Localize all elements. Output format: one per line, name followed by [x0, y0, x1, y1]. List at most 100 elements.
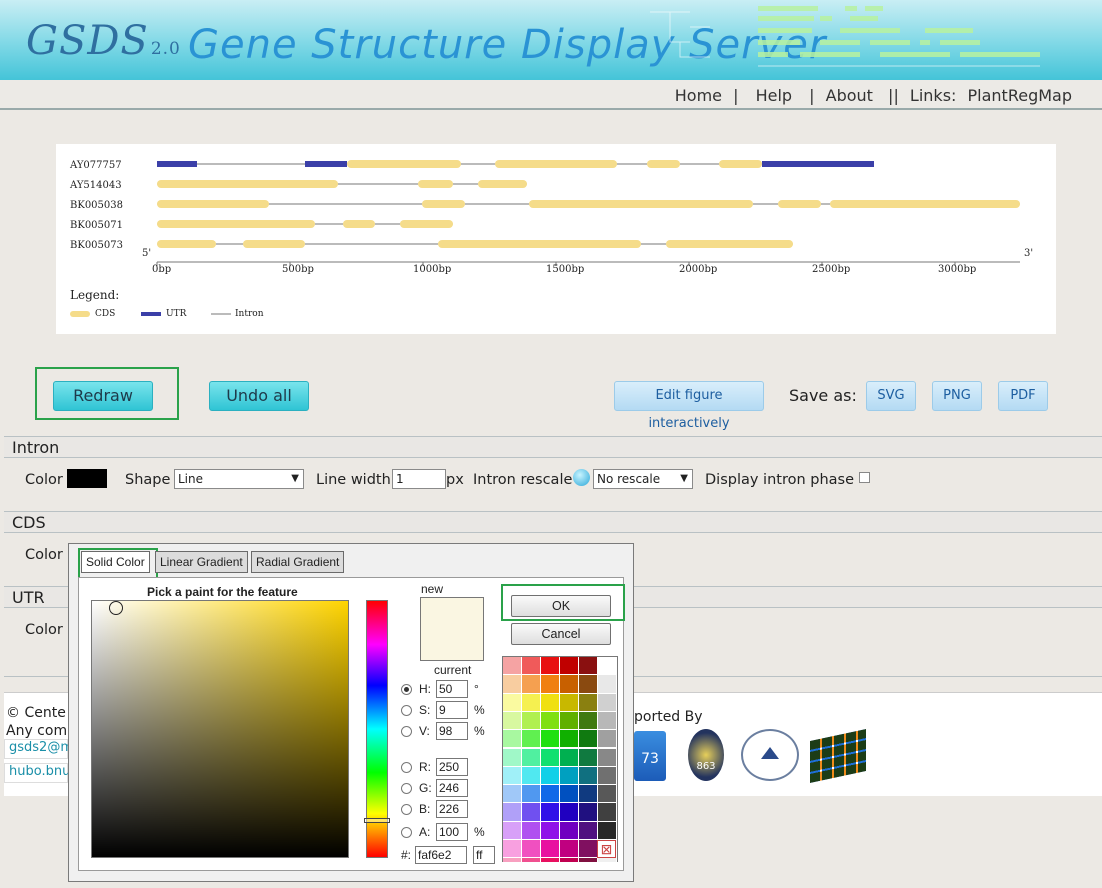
cds-segment — [529, 200, 753, 208]
saturation-radio[interactable] — [401, 705, 412, 716]
intron-shape-label: Shape — [125, 472, 171, 488]
value-input[interactable]: 98 — [436, 722, 468, 740]
axis-tick-label: 0bp — [152, 264, 172, 275]
intron-rescale-label: Intron rescale — [473, 472, 573, 488]
color-swatch-palette[interactable] — [502, 656, 618, 863]
cds-segment — [495, 160, 617, 168]
green-radio[interactable] — [401, 783, 412, 794]
edit-interactively-button[interactable]: Edit figure interactively — [614, 381, 764, 431]
highlight-box — [78, 548, 158, 579]
cds-section-header[interactable]: CDS — [4, 511, 1102, 533]
site-logo[interactable]: GSDS 2.0 — [26, 18, 181, 64]
utr-segment — [762, 161, 874, 167]
save-pdf-button[interactable]: PDF — [998, 381, 1048, 411]
tab-linear-gradient[interactable]: Linear Gradient — [155, 551, 248, 573]
axis-tick-label: 2000bp — [679, 264, 718, 275]
hue-slider-handle[interactable] — [364, 818, 390, 823]
saturation-input[interactable]: 9 — [436, 701, 468, 719]
email-link[interactable]: gsds2@m — [4, 739, 73, 759]
cds-segment — [157, 200, 269, 208]
cds-segment — [347, 160, 461, 168]
cds-segment — [343, 220, 375, 228]
nav-links-label: Links: — [909, 86, 957, 105]
intron-rescale-select[interactable]: No rescale ▼ — [593, 469, 693, 489]
legend-utr-label: UTR — [166, 309, 187, 319]
no-color-swatch-icon[interactable]: ⊠ — [597, 840, 616, 858]
color-picker-panel: Pick a paint for the feature new current… — [78, 577, 624, 871]
axis-tick-label: 500bp — [282, 264, 314, 275]
highlight-box — [501, 584, 625, 621]
cds-segment — [830, 200, 1020, 208]
saturation-value-square[interactable] — [91, 600, 349, 858]
undo-all-button[interactable]: Undo all — [209, 381, 309, 411]
nav-about-link[interactable]: About — [826, 86, 873, 105]
legend-cds-label: CDS — [95, 309, 116, 319]
px-unit-label: px — [446, 472, 464, 488]
intron-color-label: Color — [25, 472, 63, 488]
display-intron-phase-label: Display intron phase — [705, 472, 855, 488]
nav-separator: | — [809, 86, 815, 105]
info-icon[interactable] — [573, 469, 590, 486]
red-radio[interactable] — [401, 762, 412, 773]
display-intron-phase-checkbox[interactable] — [859, 472, 870, 483]
five-prime-label: 5' — [142, 248, 152, 259]
alpha-hex-input[interactable]: ff — [473, 846, 495, 864]
cds-segment — [243, 240, 305, 248]
value-radio[interactable] — [401, 726, 412, 737]
intron-shape-select[interactable]: Line ▼ — [174, 469, 304, 489]
sponsor-973-logo: 73 — [634, 731, 666, 781]
hue-radio[interactable] — [401, 684, 412, 695]
nav-separator: || — [888, 86, 899, 105]
cds-segment — [438, 240, 641, 248]
chevron-down-icon: ▼ — [291, 473, 299, 484]
cds-segment — [400, 220, 453, 228]
utr-color-label: Color — [25, 622, 63, 638]
axis-tick-label: 2500bp — [812, 264, 851, 275]
sv-picker-handle[interactable] — [109, 601, 123, 615]
save-as-label: Save as: — [789, 386, 857, 405]
intron-color-swatch[interactable] — [67, 469, 107, 488]
utr-segment — [157, 161, 197, 167]
save-png-button[interactable]: PNG — [932, 381, 982, 411]
cds-segment — [666, 240, 793, 248]
picker-prompt: Pick a paint for the feature — [147, 585, 298, 599]
nav-separator: | — [733, 86, 739, 105]
alpha-radio[interactable] — [401, 827, 412, 838]
nav-help-link[interactable]: Help — [756, 86, 792, 105]
email-link[interactable]: hubo.bnu — [4, 763, 70, 783]
gene-structure-plot — [70, 160, 1020, 317]
new-color-label: new — [421, 582, 444, 596]
hue-slider[interactable] — [364, 600, 390, 858]
save-svg-button[interactable]: SVG — [866, 381, 916, 411]
blue-radio[interactable] — [401, 804, 412, 815]
line-width-input[interactable]: 1 — [392, 469, 446, 489]
hex-input[interactable]: faf6e2 — [415, 846, 467, 864]
cds-segment — [418, 180, 453, 188]
blue-input[interactable]: 226 — [436, 800, 468, 818]
hue-input[interactable]: 50 — [436, 680, 468, 698]
nav-home-link[interactable]: Home — [675, 86, 722, 105]
green-input[interactable]: 246 — [436, 779, 468, 797]
red-input[interactable]: 250 — [436, 758, 468, 776]
chevron-down-icon: ▼ — [680, 473, 688, 484]
sponsor-grid-logo — [810, 729, 866, 783]
axis-tick-label: 1000bp — [413, 264, 452, 275]
cancel-button[interactable]: Cancel — [511, 623, 611, 645]
nav-plantregmap-link[interactable]: PlantRegMap — [968, 86, 1072, 105]
footer-text: Any com — [6, 723, 68, 739]
alpha-input[interactable]: 100 — [436, 823, 468, 841]
cds-segment — [157, 240, 216, 248]
cds-segment — [157, 220, 315, 228]
tab-radial-gradient[interactable]: Radial Gradient — [251, 551, 345, 573]
intron-section-header[interactable]: Intron — [4, 436, 1102, 458]
three-prime-label: 3' — [1024, 248, 1034, 259]
top-nav-bar: Home | Help | About || Links: PlantRegMa… — [0, 80, 1102, 110]
legend-utr-swatch — [141, 312, 161, 316]
supported-by-label: ported By — [634, 709, 703, 725]
sponsor-863-logo: 863 — [688, 729, 724, 781]
color-picker-dialog: Solid Color Linear Gradient Radial Gradi… — [68, 543, 634, 882]
legend-cds-swatch — [70, 311, 90, 317]
current-color-label: current — [434, 663, 472, 677]
gene-structure-figure: AY077757 AY514043 BK005038 BK005071 BK00… — [56, 144, 1056, 334]
highlight-box — [35, 367, 179, 420]
